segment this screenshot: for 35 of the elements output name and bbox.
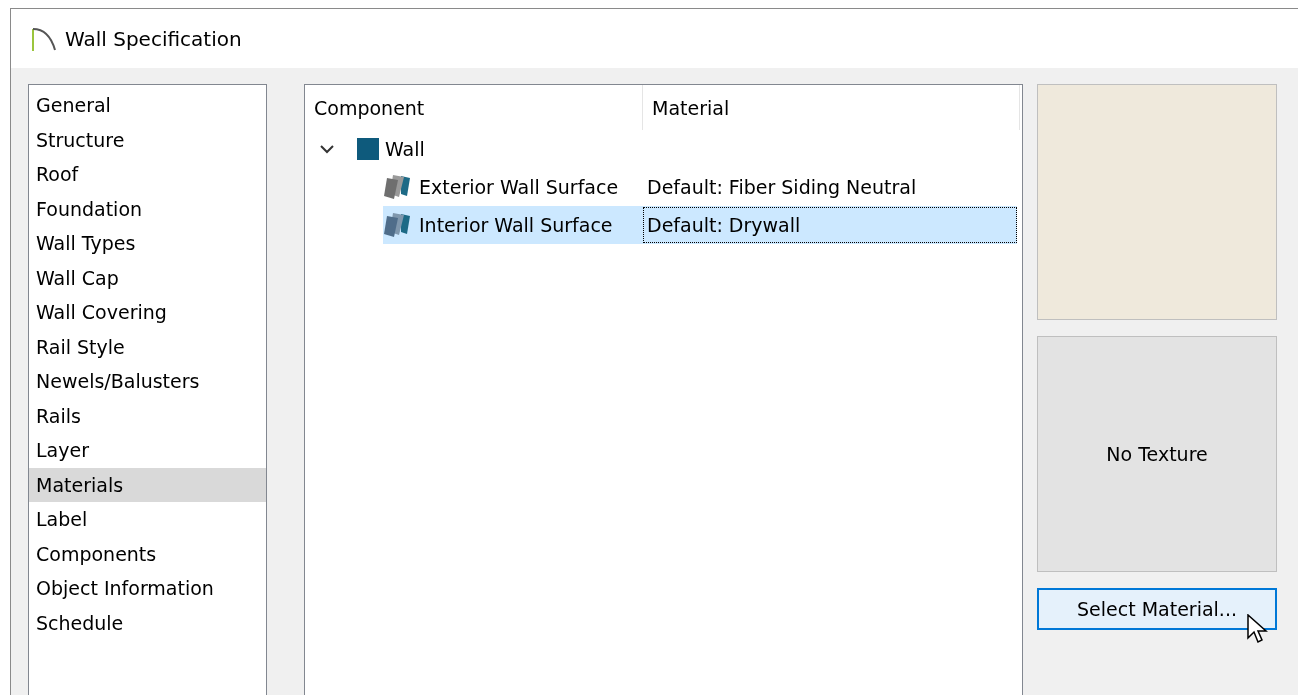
component-name: Wall <box>384 138 425 160</box>
column-header[interactable]: Component <box>305 85 643 130</box>
chevron-icon[interactable] <box>320 144 334 154</box>
select-material-button[interactable]: Select Material... <box>1037 588 1277 630</box>
column-header[interactable]: Material <box>643 85 1020 130</box>
category-item[interactable]: Schedule <box>29 605 266 640</box>
component-name: Interior Wall Surface <box>418 214 613 236</box>
texture-label: No Texture <box>1106 443 1208 465</box>
category-item[interactable]: Wall Cap <box>29 260 266 295</box>
category-item[interactable]: Newels/Balusters <box>29 364 266 399</box>
category-item[interactable]: Components <box>29 536 266 571</box>
category-item[interactable]: Rail Style <box>29 329 266 364</box>
tree-row[interactable]: Exterior Wall Surface Default: Fiber Siding Neutral <box>383 168 1017 206</box>
category-item[interactable]: Layer <box>29 433 266 468</box>
tree-row[interactable]: Interior Wall Surface Default: Drywall <box>383 206 1017 244</box>
square-icon <box>357 138 379 160</box>
material-icon <box>383 174 413 200</box>
category-item[interactable]: Object Information <box>29 571 266 606</box>
material-name: Default: Drywall <box>643 207 1017 243</box>
category-item[interactable]: Structure <box>29 122 266 157</box>
window-title: Wall Specification <box>65 26 242 51</box>
tree-row[interactable]: Wall <box>349 130 643 168</box>
material-name: Default: Fiber Siding Neutral <box>646 175 918 200</box>
component-name: Exterior Wall Surface <box>418 176 619 198</box>
category-item[interactable]: Wall Types <box>29 226 266 261</box>
category-item[interactable]: Materials <box>29 467 266 502</box>
arch-icon <box>31 25 57 52</box>
category-item[interactable]: Roof <box>29 157 266 192</box>
category-item[interactable]: Wall Covering <box>29 295 266 330</box>
cursor-icon <box>1247 614 1269 646</box>
category-item[interactable]: Foundation <box>29 191 266 226</box>
category-item[interactable]: Rails <box>29 398 266 433</box>
category-item[interactable]: Label <box>29 502 266 537</box>
material-icon <box>383 212 413 238</box>
category-item[interactable]: General <box>29 88 266 123</box>
